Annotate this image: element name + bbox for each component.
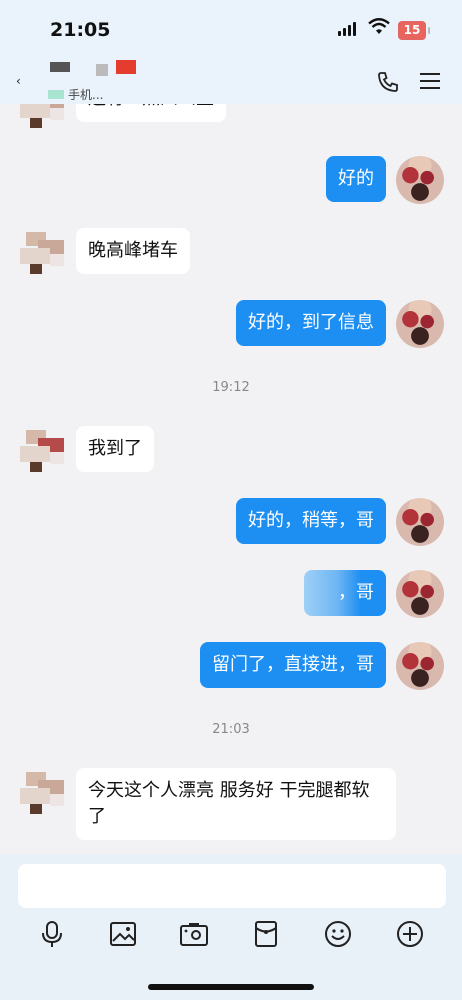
status-bar: 21:05 15 [0,0,462,58]
contact-name [48,60,138,84]
contact-status-text: 手机... [68,88,104,102]
message-bubble[interactable]: ，哥 [304,570,386,616]
my-avatar[interactable] [396,570,444,618]
plus-icon[interactable] [394,918,426,950]
my-avatar[interactable] [396,156,444,204]
message-list[interactable]: 还有一点四公里 好的 晚高峰堵车 好的，到了信息 19:12 我到了 好的，稍等… [0,104,462,854]
message-input[interactable] [18,864,446,908]
contact-avatar[interactable] [20,428,64,472]
message-bubble[interactable]: 还有一点四公里 [76,104,226,122]
message-bubble[interactable]: 好的 [326,156,386,202]
input-area [0,854,462,1000]
emoji-icon[interactable] [322,918,354,950]
message-bubble[interactable]: 晚高峰堵车 [76,228,190,274]
contact-avatar[interactable] [20,104,64,128]
message-bubble[interactable]: 今天这个人漂亮 服务好 干完腿都软了 [76,768,396,840]
contact-avatar[interactable] [20,230,64,274]
back-icon[interactable]: ‹ [16,74,21,88]
image-icon[interactable] [107,918,139,950]
my-avatar[interactable] [396,498,444,546]
signal-icon [338,22,356,36]
microphone-icon[interactable] [36,918,68,950]
input-toolbar [0,918,462,950]
camera-icon[interactable] [178,918,210,950]
message-bubble[interactable]: 好的，到了信息 [236,300,386,346]
battery-icon: 15 [398,21,430,40]
status-time: 21:05 [50,19,111,41]
message-bubble[interactable]: 好的，稍等，哥 [236,498,386,544]
contact-avatar[interactable] [20,770,64,814]
red-packet-icon[interactable] [250,918,282,950]
phone-icon[interactable] [376,70,400,98]
my-avatar[interactable] [396,642,444,690]
message-bubble[interactable]: 我到了 [76,426,154,472]
my-avatar[interactable] [396,300,444,348]
timestamp: 21:03 [212,722,250,737]
chat-header: ‹ 手机... [0,58,462,104]
menu-icon[interactable] [420,72,440,94]
home-indicator[interactable] [148,984,314,990]
message-bubble[interactable]: 留门了，直接进，哥 [200,642,386,688]
online-status-icon [48,90,64,99]
timestamp: 19:12 [212,380,250,395]
contact-status: 手机... [48,86,103,103]
wifi-icon [368,18,390,40]
